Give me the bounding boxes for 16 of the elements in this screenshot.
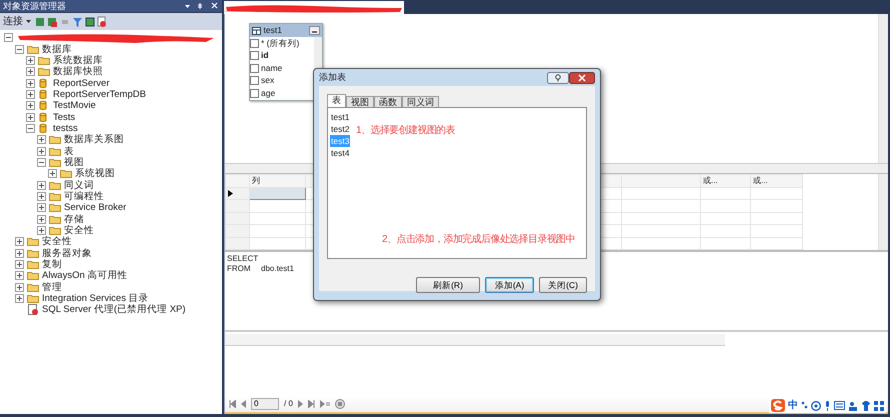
sql-text: dbo.test1 [261,264,294,274]
page-total: / 0 [284,398,293,410]
sql-keyword: SELECT [227,254,260,264]
key-column-name: id [261,49,269,62]
sql-keyword: FROM [227,264,252,274]
column-name: name [261,62,282,75]
annotation: 1、选择要创建视图的表 [356,124,455,138]
annotation: 2、点击添加，添加完成后像处选择目录视图中 [382,232,575,247]
panel-title: 对象资源管理器 [3,0,66,12]
column-header: 或... [750,174,802,187]
column-name: * (所有列) [261,36,300,50]
table-title: test1 [264,24,282,37]
column-name: age [261,86,276,100]
column-name: sex [261,74,274,88]
column-header: 列 [250,174,306,187]
column-header: 或... [700,174,750,187]
